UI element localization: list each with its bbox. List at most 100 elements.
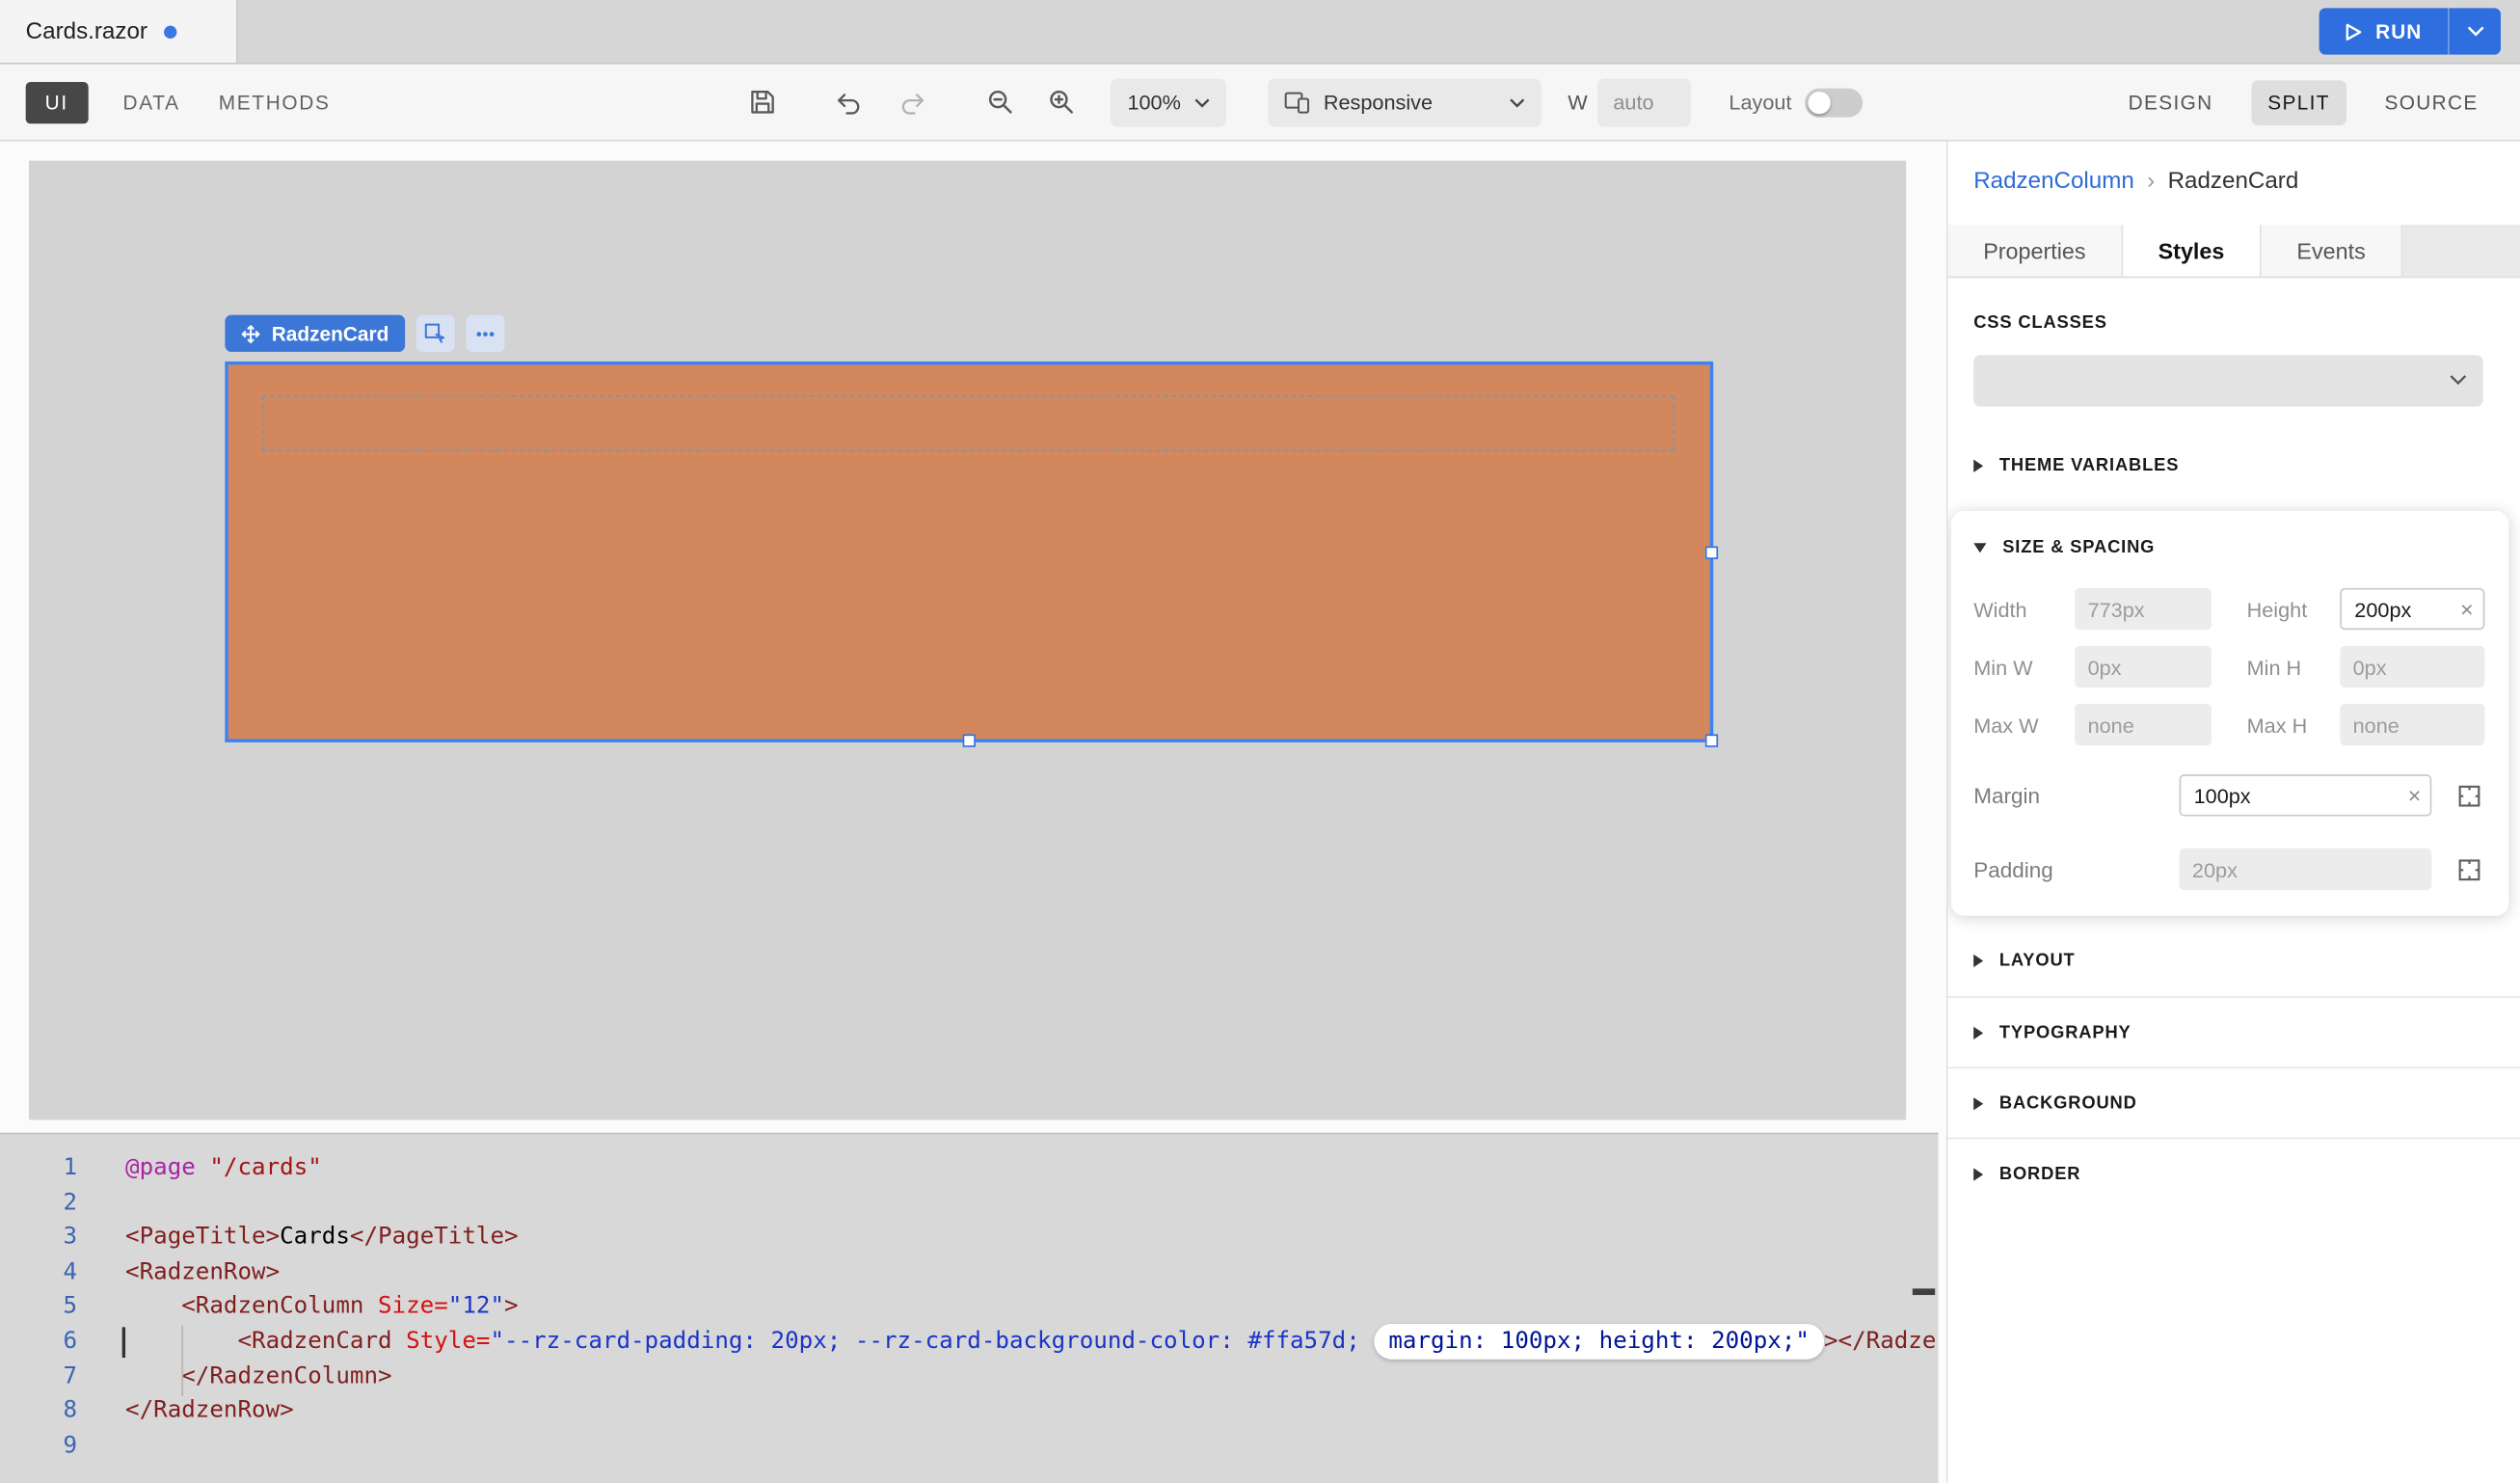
redo-icon — [899, 89, 928, 115]
margin-input[interactable] — [2180, 774, 2433, 816]
max-h-label: Max H — [2247, 713, 2341, 737]
chevron-right-icon — [1973, 1168, 1983, 1180]
undo-icon — [835, 89, 864, 115]
width-mode-label: W — [1568, 90, 1587, 114]
section-size-spacing: SIZE & SPACING Width Height × Min W — [1951, 511, 2508, 916]
height-label: Height — [2247, 597, 2341, 621]
component-menu-button[interactable] — [466, 315, 504, 352]
save-button[interactable] — [745, 84, 781, 120]
toolbar: UI DATA METHODS — [0, 65, 2520, 142]
margin-per-side-button[interactable] — [2452, 777, 2486, 813]
resize-handle-bottom[interactable] — [963, 734, 976, 746]
document-tab[interactable]: Cards.razor — [0, 0, 238, 63]
background-section-label: BACKGROUND — [1999, 1093, 2137, 1113]
layout-section-label: LAYOUT — [1999, 951, 2076, 970]
min-w-input[interactable] — [2075, 646, 2212, 688]
per-side-icon — [2457, 783, 2481, 807]
padding-row: Padding — [1973, 849, 2486, 890]
width-height-row: Width Height × — [1973, 588, 2486, 630]
tab-ui[interactable]: UI — [26, 81, 88, 122]
padding-input[interactable] — [2180, 849, 2433, 890]
save-icon — [749, 89, 776, 116]
resize-handle-right[interactable] — [1705, 546, 1718, 558]
layout-toggle-label: Layout — [1729, 90, 1791, 114]
view-design[interactable]: DESIGN — [2112, 79, 2229, 124]
zoom-in-icon — [1048, 89, 1075, 116]
max-w-input[interactable] — [2075, 704, 2212, 745]
tab-data[interactable]: DATA — [120, 81, 183, 122]
text-cursor — [122, 1327, 125, 1358]
view-split[interactable]: SPLIT — [2252, 79, 2346, 124]
code-gutter[interactable]: 123456789 — [0, 1134, 90, 1483]
section-layout[interactable]: LAYOUT — [1948, 926, 2520, 996]
editor-mode-tabs: UI DATA METHODS — [26, 81, 334, 122]
design-surface[interactable]: RadzenCard — [0, 142, 1946, 1133]
page-canvas[interactable]: RadzenCard — [29, 161, 1906, 1120]
main-area: RadzenCard — [0, 142, 2520, 1483]
canvas-width-input[interactable] — [1597, 78, 1691, 126]
selected-component-label: RadzenCard — [272, 322, 389, 344]
select-parent-icon — [425, 323, 446, 344]
padding-per-side-button[interactable] — [2452, 851, 2486, 887]
breadcrumb-parent-link[interactable]: RadzenColumn — [1973, 169, 2134, 195]
css-classes-select[interactable] — [1973, 355, 2482, 406]
chevron-right-icon — [1973, 460, 1983, 472]
selected-component-badge[interactable]: RadzenCard — [225, 315, 405, 352]
design-pane: RadzenCard — [0, 142, 1946, 1483]
padding-label: Padding — [1973, 857, 2179, 881]
max-h-input[interactable] — [2340, 704, 2484, 745]
chevron-down-icon — [1973, 543, 1986, 553]
typography-section-label: TYPOGRAPHY — [1999, 1023, 2131, 1042]
zoom-out-button[interactable] — [982, 84, 1018, 120]
clear-height-button[interactable]: × — [2460, 598, 2474, 620]
select-parent-button[interactable] — [416, 315, 455, 352]
undo-button[interactable] — [832, 84, 868, 120]
tab-methods[interactable]: METHODS — [215, 81, 334, 122]
run-options-button[interactable] — [2450, 8, 2501, 54]
section-theme-variables[interactable]: THEME VARIABLES — [1948, 448, 2520, 484]
chevron-down-icon — [2450, 374, 2467, 386]
move-icon — [241, 324, 260, 343]
tab-properties[interactable]: Properties — [1948, 225, 2123, 276]
overview-ruler-mark — [1913, 1288, 1935, 1294]
radzen-card[interactable] — [225, 362, 1713, 742]
clear-margin-button[interactable]: × — [2408, 784, 2422, 806]
run-button-label: RUN — [2375, 20, 2422, 42]
width-input[interactable] — [2075, 588, 2212, 630]
device-select-value: Responsive — [1324, 90, 1497, 114]
min-h-input[interactable] — [2340, 646, 2484, 688]
section-background[interactable]: BACKGROUND — [1948, 1066, 2520, 1137]
breadcrumb: RadzenColumn › RadzenCard — [1948, 164, 2520, 200]
unsaved-indicator-dot — [164, 25, 176, 38]
per-side-icon — [2457, 857, 2481, 881]
tab-events[interactable]: Events — [2262, 225, 2402, 276]
zoom-in-button[interactable] — [1044, 84, 1080, 120]
view-source[interactable]: SOURCE — [2369, 79, 2495, 124]
section-typography[interactable]: TYPOGRAPHY — [1948, 996, 2520, 1066]
code-lines[interactable]: @page "/cards" <PageTitle>Cards</PageTit… — [90, 1134, 1938, 1483]
resize-handle-bottom-right[interactable] — [1705, 734, 1718, 746]
border-section-label: BORDER — [1999, 1164, 2080, 1183]
max-row: Max W Max H — [1973, 704, 2486, 745]
margin-row: Margin × — [1973, 774, 2486, 816]
layout-toggle[interactable] — [1805, 88, 1863, 117]
responsive-device-icon — [1285, 91, 1311, 113]
radzen-studio-window: Cards.razor RUN UI DATA METHODS — [0, 0, 2520, 1483]
device-select[interactable]: Responsive — [1269, 78, 1541, 126]
min-row: Min W Min H — [1973, 646, 2486, 688]
section-border[interactable]: BORDER — [1948, 1138, 2520, 1208]
run-button[interactable]: RUN — [2319, 8, 2448, 54]
width-label: Width — [1973, 597, 2075, 621]
tab-styles[interactable]: Styles — [2123, 225, 2262, 276]
chevron-down-icon — [2466, 26, 2483, 38]
indent-guide — [181, 1326, 183, 1396]
view-mode-tabs: DESIGN SPLIT SOURCE — [2112, 79, 2494, 124]
margin-label: Margin — [1973, 783, 2179, 807]
size-spacing-header[interactable]: SIZE & SPACING — [1973, 530, 2486, 566]
titlebar: Cards.razor RUN — [0, 0, 2520, 65]
redo-button[interactable] — [896, 84, 931, 120]
min-w-label: Min W — [1973, 655, 2075, 679]
card-content-dropzone[interactable] — [262, 395, 1675, 451]
zoom-level-select[interactable]: 100% — [1112, 78, 1227, 126]
code-editor[interactable]: 123456789 @page "/cards" <PageTitle>Card… — [0, 1133, 1939, 1483]
